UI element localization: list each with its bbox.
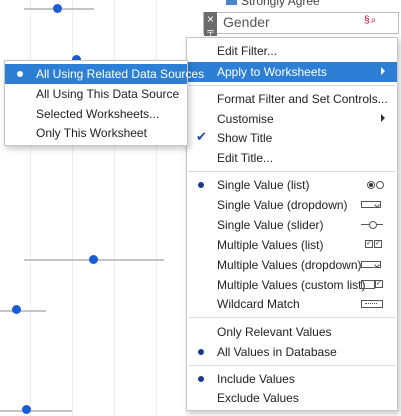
menu-item-customise[interactable]: Customise bbox=[187, 109, 397, 129]
legend-item-label: Strongly Agree bbox=[241, 0, 320, 8]
selected-bullet-icon bbox=[198, 349, 204, 355]
data-point[interactable] bbox=[89, 255, 98, 264]
menu-item-label: Multiple Values (custom list) bbox=[217, 278, 366, 292]
submenu-item-label: Selected Worksheets... bbox=[36, 107, 160, 121]
menu-item-label: Show Title bbox=[217, 131, 273, 145]
menu-item-label: Wildcard Match bbox=[217, 297, 300, 311]
submenu-item-all-related-data-sources[interactable]: All Using Related Data Sources bbox=[5, 64, 204, 84]
apply-to-worksheets-submenu: All Using Related Data Sources All Using… bbox=[4, 60, 204, 146]
menu-item-all-values-in-database[interactable]: All Values in Database bbox=[187, 342, 397, 362]
menu-item-label: Edit Filter... bbox=[217, 44, 278, 58]
close-icon[interactable]: × bbox=[204, 12, 217, 26]
menu-item-label: Edit Title... bbox=[217, 151, 274, 165]
submenu-arrow-icon bbox=[381, 67, 385, 75]
selected-bullet-icon bbox=[198, 376, 204, 382]
menu-item-label: Single Value (dropdown) bbox=[217, 198, 348, 212]
menu-item-label: Single Value (slider) bbox=[217, 218, 324, 232]
submenu-item-label: Only This Worksheet bbox=[36, 126, 147, 140]
wildcard-icon bbox=[361, 298, 383, 310]
menu-item-show-title[interactable]: ✔ Show Title bbox=[187, 128, 397, 148]
menu-item-wildcard-match[interactable]: Wildcard Match bbox=[187, 294, 397, 314]
menu-item-single-value-list[interactable]: Single Value (list) bbox=[187, 175, 397, 195]
menu-item-multiple-values-dropdown[interactable]: Multiple Values (dropdown) bbox=[187, 255, 397, 275]
menu-item-label: Include Values bbox=[217, 372, 295, 386]
menu-item-label: Multiple Values (list) bbox=[217, 238, 324, 252]
menu-separator bbox=[189, 85, 395, 86]
dropdown-icon bbox=[361, 199, 383, 211]
menu-item-multiple-values-list[interactable]: Multiple Values (list) ✓ ✓ bbox=[187, 235, 397, 255]
menu-item-label: Apply to Worksheets bbox=[217, 65, 327, 79]
menu-separator bbox=[189, 171, 395, 172]
filter-context-menu: Edit Filter... Apply to Worksheets Forma… bbox=[186, 37, 398, 411]
selected-bullet-icon bbox=[198, 182, 204, 188]
filter-title: Gender bbox=[223, 14, 270, 30]
menu-item-edit-title[interactable]: Edit Title... bbox=[187, 148, 397, 168]
legend-swatch bbox=[226, 0, 237, 5]
menu-item-label: Multiple Values (dropdown) bbox=[217, 258, 362, 272]
submenu-item-label: All Using Related Data Sources bbox=[36, 67, 205, 81]
menu-item-label: Customise bbox=[217, 112, 274, 126]
menu-item-edit-filter[interactable]: Edit Filter... bbox=[187, 41, 397, 61]
whisker-line bbox=[0, 310, 46, 312]
data-point[interactable] bbox=[53, 4, 62, 13]
checkbox-dropdown-icon bbox=[361, 259, 383, 271]
menu-separator bbox=[189, 365, 395, 366]
custom-list-icon: ✓ bbox=[361, 279, 383, 291]
submenu-item-only-this-worksheet[interactable]: Only This Worksheet bbox=[5, 123, 187, 143]
menu-item-label: Format Filter and Set Controls... bbox=[217, 92, 388, 106]
checkmark-icon: ✔ bbox=[196, 129, 207, 144]
radio-list-icon bbox=[361, 179, 384, 191]
menu-item-single-value-slider[interactable]: Single Value (slider) bbox=[187, 215, 397, 235]
menu-item-label: Single Value (list) bbox=[217, 178, 310, 192]
menu-item-label: All Values in Database bbox=[217, 345, 337, 359]
menu-item-only-relevant-values[interactable]: Only Relevant Values bbox=[187, 322, 397, 342]
menu-separator bbox=[189, 317, 395, 318]
submenu-arrow-icon bbox=[381, 114, 385, 122]
slider-icon bbox=[361, 219, 383, 231]
pin-icon[interactable]: ╤ bbox=[204, 26, 217, 36]
filter-search-icon[interactable]: §⌕ bbox=[364, 15, 377, 26]
submenu-item-selected-worksheets[interactable]: Selected Worksheets... bbox=[5, 104, 187, 124]
selected-bullet-icon bbox=[17, 71, 23, 77]
submenu-item-label: All Using This Data Source bbox=[36, 87, 180, 101]
checkbox-list-icon: ✓ ✓ bbox=[365, 240, 382, 248]
menu-item-exclude-values[interactable]: Exclude Values bbox=[187, 388, 397, 408]
menu-item-include-values[interactable]: Include Values bbox=[187, 369, 397, 389]
menu-item-single-value-dropdown[interactable]: Single Value (dropdown) bbox=[187, 195, 397, 215]
data-point[interactable] bbox=[12, 305, 21, 314]
menu-item-label: Only Relevant Values bbox=[217, 325, 332, 339]
menu-item-format-filter[interactable]: Format Filter and Set Controls... bbox=[187, 89, 397, 109]
menu-item-label: Exclude Values bbox=[217, 391, 299, 405]
menu-item-multiple-values-custom-list[interactable]: Multiple Values (custom list) ✓ bbox=[187, 275, 397, 295]
menu-item-apply-to-worksheets[interactable]: Apply to Worksheets bbox=[187, 62, 397, 82]
whisker-line bbox=[0, 410, 72, 412]
data-point[interactable] bbox=[22, 405, 31, 414]
submenu-item-all-this-data-source[interactable]: All Using This Data Source bbox=[5, 84, 187, 104]
